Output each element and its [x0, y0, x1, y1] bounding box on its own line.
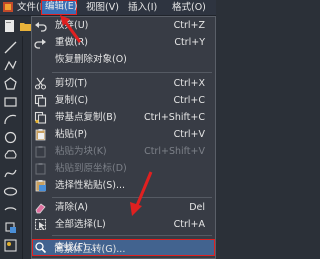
menu-item-paste-special[interactable]: 选择性粘贴(S)...: [32, 177, 215, 194]
menu-item-delete[interactable]: 清除(A) Del: [32, 199, 215, 216]
menu-item-paste[interactable]: 粘贴(P) Ctrl+V: [32, 126, 215, 143]
paste-block-icon: [35, 146, 46, 158]
menu-separator: [52, 72, 212, 73]
ellipse-tool-icon[interactable]: [3, 184, 18, 199]
scissors-icon: [34, 77, 47, 90]
menu-item-cut[interactable]: 剪切(T) Ctrl+X: [32, 75, 215, 92]
paste-icon: [35, 129, 46, 141]
menu-edit[interactable]: 编辑(E): [41, 0, 77, 15]
menu-item-paste-to-original-coords[interactable]: 粘贴到原坐标(D): [32, 160, 215, 177]
copy-base-point-icon: [34, 111, 47, 124]
revcloud-tool-icon[interactable]: [3, 148, 18, 163]
spline-tool-icon[interactable]: [3, 166, 18, 181]
paste-special-icon: [35, 180, 46, 192]
arc-tool-icon[interactable]: [3, 112, 18, 127]
menu-item-restore-deleted[interactable]: 恢复删除对象(O): [32, 51, 215, 68]
ellipse-arc-tool-icon[interactable]: [3, 202, 18, 217]
menu-item-select-all[interactable]: 全部选择(L) Ctrl+A: [32, 216, 215, 233]
redo-icon: [34, 39, 46, 49]
select-all-icon: [35, 219, 46, 230]
menu-item-undo[interactable]: 放弃(U) Ctrl+Z: [32, 17, 215, 34]
make-block-tool-icon[interactable]: [3, 238, 18, 253]
insert-block-tool-icon[interactable]: [3, 220, 18, 235]
eraser-icon: [35, 203, 46, 214]
circle-tool-icon[interactable]: [3, 130, 18, 145]
app-logo-icon: [3, 2, 13, 12]
menu-item-paste-as-block[interactable]: 粘贴为块(K) Ctrl+Shift+V: [32, 143, 215, 160]
menu-item-copy[interactable]: 复制(C) Ctrl+C: [32, 92, 215, 109]
rectangle-tool-icon[interactable]: [3, 94, 18, 109]
menu-item-copy-with-base[interactable]: 带基点复制(B) Ctrl+Shift+C: [32, 109, 215, 126]
line-tool-icon[interactable]: [3, 40, 18, 55]
menu-format[interactable]: 格式(O): [172, 1, 206, 14]
menu-separator: [52, 235, 212, 236]
polygon-tool-icon[interactable]: [3, 76, 18, 91]
draw-toolbox: [0, 36, 23, 259]
menu-item-redo[interactable]: 重做(R) Ctrl+Y: [32, 34, 215, 51]
polyline-tool-icon[interactable]: [3, 58, 18, 73]
paste-original-icon: [35, 163, 46, 175]
menu-item-simplified-traditional-convert[interactable]: 简繁体互转(G)...: [31, 241, 214, 258]
copy-icon: [34, 94, 47, 107]
menu-separator: [52, 197, 212, 198]
menu-bar: 文件(F) 编辑(E) 视图(V) 插入(I) 格式(O): [0, 0, 216, 16]
undo-icon: [35, 22, 47, 32]
edit-menu-dropdown: 放弃(U) Ctrl+Z 重做(R) Ctrl+Y 恢复删除对象(O) 剪切(T…: [31, 16, 216, 259]
menu-view[interactable]: 视图(V): [86, 1, 119, 14]
menu-insert[interactable]: 插入(I): [128, 1, 157, 14]
new-file-icon[interactable]: [3, 19, 17, 33]
